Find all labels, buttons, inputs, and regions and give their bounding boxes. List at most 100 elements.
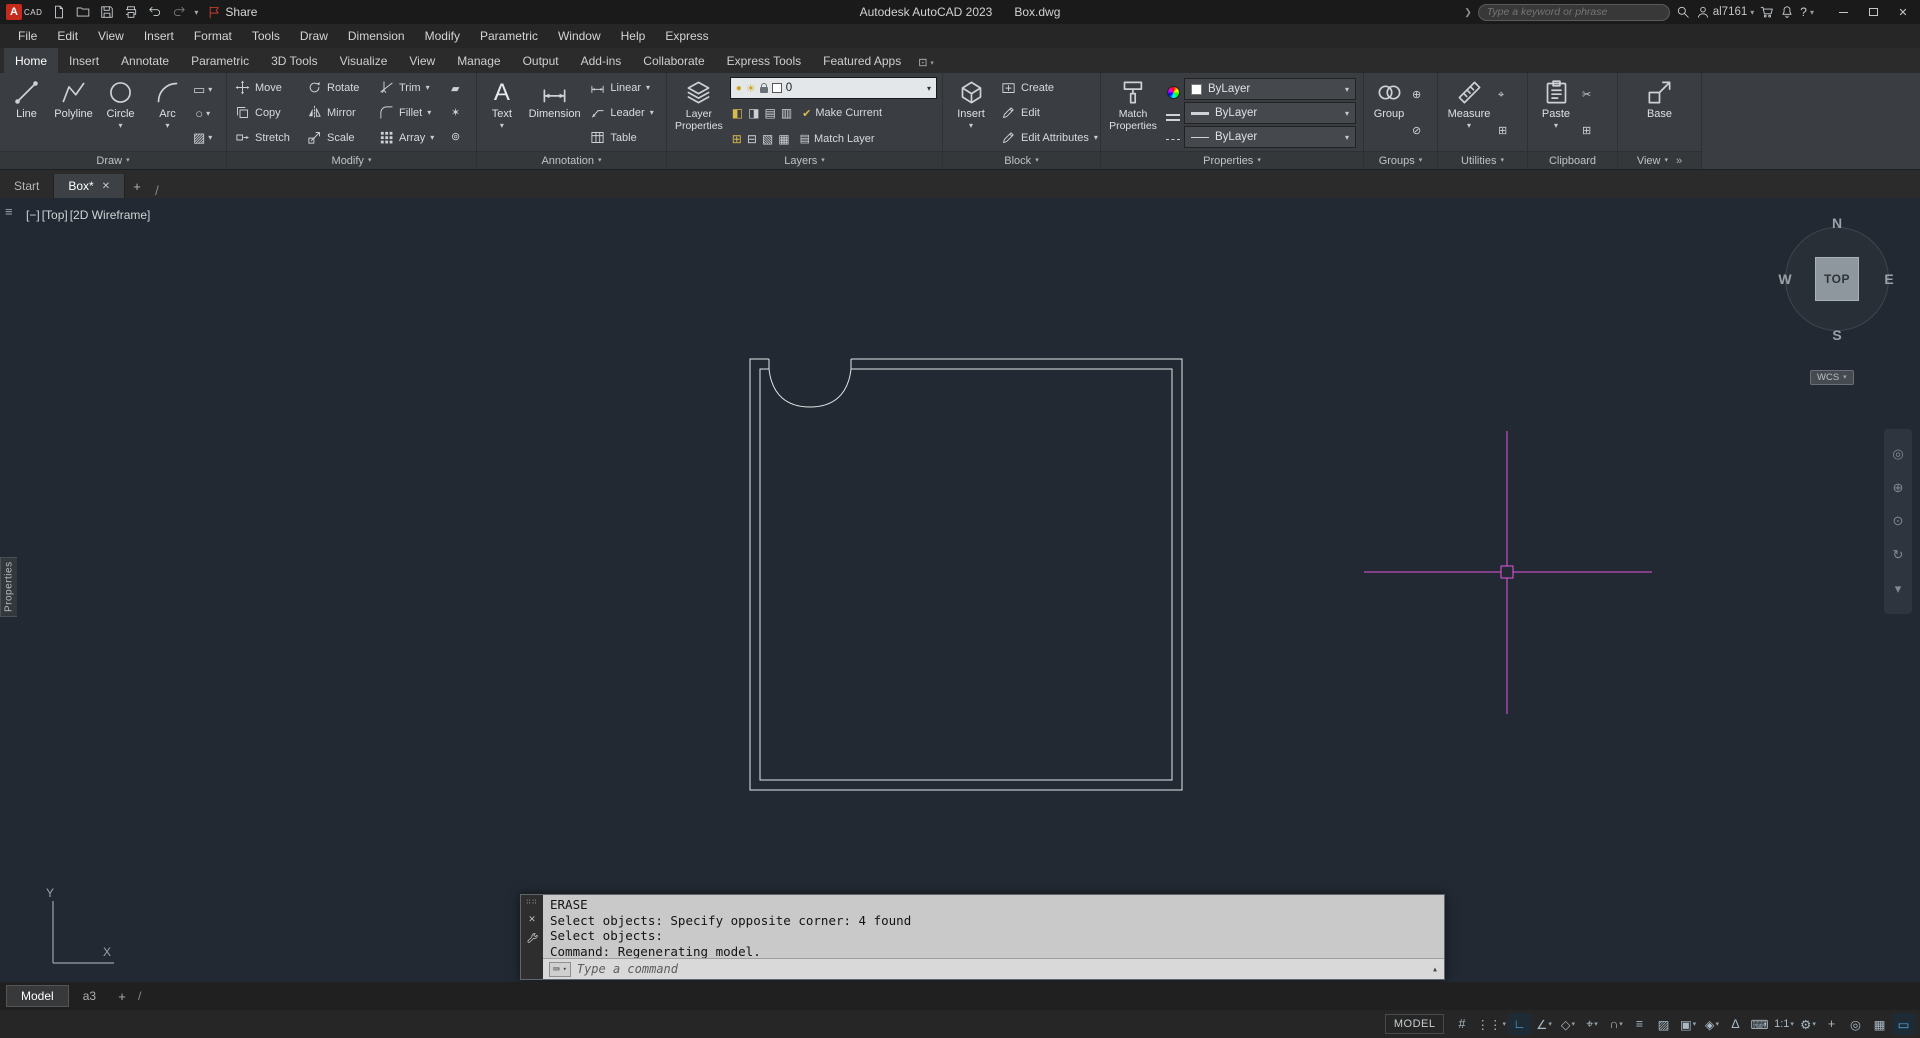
- ribbon-tab-add-ins[interactable]: Add-ins: [570, 48, 633, 73]
- line-button[interactable]: Line: [3, 75, 50, 151]
- menu-item[interactable]: Express: [655, 24, 718, 48]
- command-close-icon[interactable]: ✕: [529, 912, 536, 925]
- insert-block-button[interactable]: Insert ▾: [946, 75, 996, 151]
- text-button[interactable]: A Text ▾: [480, 75, 524, 151]
- menu-item[interactable]: Edit: [47, 24, 88, 48]
- dimension-button[interactable]: Dimension: [524, 75, 586, 151]
- share-button[interactable]: Share: [208, 5, 257, 19]
- box-drawing[interactable]: [749, 358, 1183, 791]
- rotate-button[interactable]: Rotate: [302, 75, 374, 100]
- layer-freeze-icon[interactable]: ☀: [746, 82, 756, 95]
- status-dynamic-ucs-icon[interactable]: ∆: [1724, 1013, 1748, 1035]
- ribbon-overflow-icon[interactable]: »: [1676, 155, 1682, 167]
- leader-button[interactable]: Leader ▾: [585, 100, 663, 125]
- file-tab-box[interactable]: Box* ✕: [54, 174, 126, 198]
- layer-tool-icon[interactable]: ▥: [781, 107, 792, 119]
- status-snap-icon[interactable]: ⋮⋮ ▾: [1474, 1013, 1508, 1035]
- linetype-icon[interactable]: [1166, 139, 1180, 141]
- offset-tool-icon[interactable]: ⊚: [451, 131, 460, 143]
- measure-button[interactable]: Measure ▾: [1441, 75, 1497, 151]
- autocad-logo[interactable]: A CAD: [0, 4, 48, 20]
- ellipse-tool-icon[interactable]: ○ ▾: [193, 103, 212, 123]
- menu-item[interactable]: Tools: [242, 24, 290, 48]
- new-drawing-button[interactable]: [48, 2, 70, 22]
- menu-item[interactable]: Insert: [134, 24, 184, 48]
- layer-on-icon[interactable]: ●: [736, 83, 742, 94]
- layer-tool-icon[interactable]: ▧: [762, 133, 773, 145]
- open-button[interactable]: [72, 2, 94, 22]
- lineweight-dropdown[interactable]: ByLayer ▾: [1184, 102, 1356, 124]
- model-space-toggle[interactable]: MODEL: [1384, 1014, 1445, 1034]
- stretch-button[interactable]: Stretch: [230, 125, 302, 150]
- hatch-tool-icon[interactable]: ▨ ▾: [193, 127, 212, 147]
- app-store-button[interactable]: [1760, 5, 1774, 19]
- layout-tab-a3[interactable]: a3: [69, 985, 110, 1007]
- id-point-icon[interactable]: ⌖: [1498, 89, 1507, 101]
- menu-item[interactable]: Modify: [415, 24, 470, 48]
- match-layer-button[interactable]: ▤ Match Layer: [800, 133, 875, 145]
- ribbon-tab-collaborate[interactable]: Collaborate: [632, 48, 715, 73]
- restore-button[interactable]: [1858, 0, 1888, 24]
- close-button[interactable]: ✕: [1888, 0, 1918, 24]
- group-button[interactable]: Group: [1367, 75, 1411, 151]
- status-otrack-icon[interactable]: ⌖ ▾: [1580, 1013, 1604, 1035]
- object-color-dropdown[interactable]: ByLayer ▾: [1184, 78, 1356, 100]
- make-current-button[interactable]: ✔ Make Current: [802, 107, 882, 120]
- layer-tool-icon[interactable]: ▤: [764, 107, 775, 119]
- properties-palette-tab[interactable]: Properties: [0, 557, 17, 617]
- ribbon-tab-3d-tools[interactable]: 3D Tools: [260, 48, 328, 73]
- search-input[interactable]: [1486, 6, 1661, 18]
- viewcube-south[interactable]: S: [1772, 327, 1902, 343]
- navbar-more-icon[interactable]: ▾: [1895, 581, 1902, 597]
- layer-properties-button[interactable]: Layer Properties: [670, 75, 728, 151]
- block-panel-label[interactable]: Block ▾: [943, 151, 1100, 169]
- viewcube-top-face[interactable]: TOP: [1815, 257, 1859, 301]
- ribbon-tab-featured-apps[interactable]: Featured Apps: [812, 48, 912, 73]
- file-tab-start[interactable]: Start: [0, 174, 55, 198]
- command-window[interactable]: ∷∷ ✕ ERASE Select objects: Specify opposi…: [520, 894, 1445, 980]
- ungroup-icon[interactable]: ⊕: [1412, 89, 1421, 101]
- base-view-button[interactable]: Base: [1635, 75, 1685, 151]
- layer-tool-icon[interactable]: ⊟: [747, 133, 757, 145]
- rectangle-tool-icon[interactable]: ▭ ▾: [193, 79, 212, 99]
- circle-button[interactable]: Circle ▾: [97, 75, 144, 151]
- ribbon-tab-view[interactable]: View: [398, 48, 446, 73]
- menu-item[interactable]: Window: [548, 24, 611, 48]
- linetype-dropdown[interactable]: ByLayer ▾: [1184, 126, 1356, 148]
- layer-color-swatch[interactable]: [771, 83, 782, 93]
- edit-block-button[interactable]: Edit: [996, 100, 1096, 125]
- navbar-pan-icon[interactable]: ⊕: [1893, 480, 1904, 496]
- command-prompt-text[interactable]: Type a command: [577, 962, 1426, 976]
- account-menu[interactable]: al7161 ▾: [1696, 5, 1754, 19]
- modify-panel-label[interactable]: Modify ▾: [227, 151, 476, 169]
- command-input-row[interactable]: ⌨ ▾ Type a command ▴: [543, 958, 1444, 979]
- menu-item[interactable]: File: [8, 24, 47, 48]
- clipboard-panel-label[interactable]: Clipboard: [1528, 151, 1617, 169]
- move-button[interactable]: Move: [230, 75, 302, 100]
- door-swing-arcs[interactable]: [768, 368, 852, 408]
- navbar-steering-wheel-icon[interactable]: ◎: [1892, 446, 1903, 462]
- copy-button[interactable]: Copy: [230, 100, 302, 125]
- new-drawing-tab-button[interactable]: +: [125, 174, 149, 198]
- wcs-menu[interactable]: WCS ▾: [1810, 370, 1854, 385]
- match-properties-button[interactable]: Match Properties: [1104, 75, 1162, 151]
- table-button[interactable]: Table: [585, 125, 663, 150]
- search-button[interactable]: [1676, 5, 1690, 19]
- command-history-toggle-icon[interactable]: ▴: [1432, 964, 1438, 975]
- paste-button[interactable]: Paste ▾: [1531, 75, 1581, 151]
- ribbon-tab-express-tools[interactable]: Express Tools: [716, 48, 812, 73]
- status-osnap-icon[interactable]: ∩ ▾: [1604, 1013, 1628, 1035]
- copy-clip-icon[interactable]: ⊞: [1582, 125, 1591, 137]
- model-space[interactable]: Y X: [0, 198, 1920, 982]
- menu-item[interactable]: Format: [184, 24, 242, 48]
- layers-panel-label[interactable]: Layers ▾: [667, 151, 942, 169]
- minimize-button[interactable]: [1828, 0, 1858, 24]
- status-isodraft-icon[interactable]: ◇ ▾: [1556, 1013, 1580, 1035]
- lineweight-icon[interactable]: [1166, 113, 1180, 124]
- menu-item[interactable]: Dimension: [338, 24, 415, 48]
- edit-attributes-button[interactable]: Edit Attributes ▾: [996, 125, 1098, 150]
- navbar-orbit-icon[interactable]: ↻: [1893, 547, 1904, 563]
- menu-item[interactable]: Help: [611, 24, 656, 48]
- help-menu[interactable]: ? ▾: [1800, 5, 1814, 19]
- status-3d-osnap-icon[interactable]: ◈ ▾: [1700, 1013, 1724, 1035]
